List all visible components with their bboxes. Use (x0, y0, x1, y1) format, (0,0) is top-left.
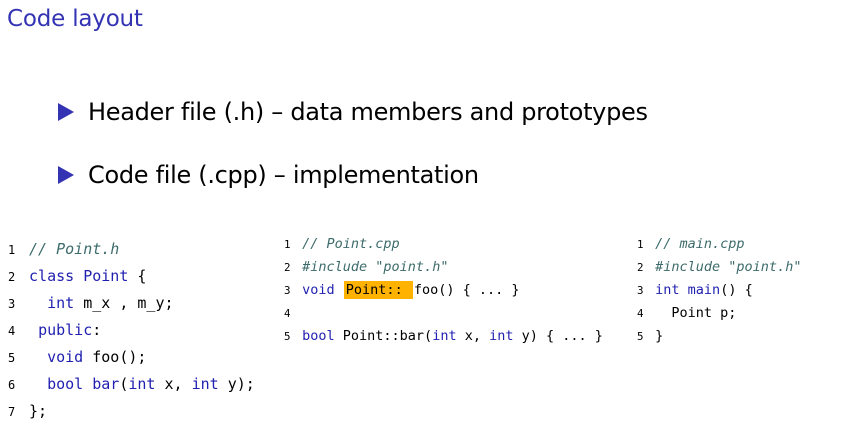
code-token: x, (456, 328, 490, 344)
code-token: x, (155, 375, 192, 393)
code-line: 6 bool bar(int x, int y); (8, 371, 255, 398)
code-line: 2 class Point { (8, 263, 255, 290)
code-token: public (38, 321, 93, 339)
line-number: 2 (284, 261, 291, 274)
bullet-triangle-icon (58, 166, 74, 184)
code-token: // Point.h (29, 240, 120, 258)
code-token: "point.h" (375, 259, 449, 275)
code-token: m_x , m_y; (74, 294, 174, 312)
code-line: 4 public: (8, 317, 255, 344)
code-listing-main-cpp: 1 // main.cpp 2 #include "point.h" 3 int m… (637, 233, 801, 348)
code-line: 3 void Point:: foo() { ... } (284, 279, 603, 302)
code-token: class (29, 267, 84, 285)
code-listing-point-h: 1 // Point.h 2 class Point {3 int m_x , m… (8, 236, 255, 425)
line-number: 3 (8, 297, 16, 311)
line-number: 4 (8, 324, 16, 338)
code-token: int (191, 375, 219, 393)
bullet-triangle-icon (58, 103, 74, 121)
code-token: int (47, 294, 75, 312)
slide-title: Code layout (7, 6, 143, 32)
code-token: Point p; (655, 305, 737, 321)
line-number: 6 (8, 378, 16, 392)
code-line: 4 Point p; (637, 302, 801, 325)
line-number: 3 (284, 284, 291, 297)
code-token: void (302, 282, 335, 298)
code-token: Point (83, 267, 129, 285)
code-token: y); (218, 375, 255, 393)
code-line: 3 int m_x , m_y; (8, 290, 255, 317)
code-line: 1 // Point.cpp (284, 233, 603, 256)
code-token: int (489, 328, 514, 344)
bullet-item-code-file: Code file (.cpp) – implementation (58, 161, 479, 189)
code-token: int (432, 328, 457, 344)
code-token: bar (92, 375, 120, 393)
code-token: int (128, 375, 156, 393)
code-token: // Point.cpp (302, 236, 400, 252)
code-token: #include (655, 259, 729, 275)
line-number: 3 (637, 284, 644, 297)
code-token: foo(); (83, 348, 147, 366)
code-token: bool (47, 375, 84, 393)
line-number: 5 (8, 351, 16, 365)
code-listing-point-cpp: 1 // Point.cpp 2 #include "point.h" 3 void… (284, 233, 603, 348)
highlighted-scope: Point:: (343, 281, 413, 299)
code-token: bool (302, 328, 335, 344)
code-token: }; (29, 402, 48, 420)
code-line: 5 void foo(); (8, 344, 255, 371)
bullet-item-header-file: Header file (.h) – data members and prot… (58, 98, 648, 126)
line-number: 1 (637, 238, 644, 251)
code-line: 7 }; (8, 398, 255, 425)
code-line: 3 int main() { (637, 279, 801, 302)
code-line: 2 #include "point.h" (637, 256, 801, 279)
code-token: y) { ... } (513, 328, 603, 344)
code-token: () { (720, 282, 753, 298)
line-number: 4 (284, 307, 291, 320)
line-number: 1 (284, 238, 291, 251)
code-token: : (92, 321, 102, 339)
code-token: int (655, 282, 680, 298)
code-token: main (687, 282, 721, 298)
line-number: 2 (637, 261, 644, 274)
code-line: 5 } (637, 325, 801, 348)
line-number: 5 (637, 330, 644, 343)
code-token: Point::bar( (334, 328, 433, 344)
code-token: } (655, 328, 664, 344)
bullet-text: Code file (.cpp) – implementation (88, 161, 479, 189)
code-line: 2 #include "point.h" (284, 256, 603, 279)
code-line: 5 bool Point::bar(int x, int y) { ... } (284, 325, 603, 348)
bullet-text: Header file (.h) – data members and prot… (88, 98, 648, 126)
code-token: // main.cpp (655, 236, 745, 252)
line-number: 1 (8, 243, 16, 257)
code-token: { (128, 267, 147, 285)
line-number: 4 (637, 307, 644, 320)
code-token: foo() { ... } (413, 282, 520, 298)
code-token: "point.h" (728, 259, 802, 275)
line-number: 7 (8, 405, 16, 419)
code-token: void (47, 348, 84, 366)
line-number: 5 (284, 330, 291, 343)
code-line: 1 // main.cpp (637, 233, 801, 256)
code-line: 1 // Point.h (8, 236, 255, 263)
code-token: #include (302, 259, 376, 275)
line-number: 2 (8, 270, 16, 284)
code-line: 4 (284, 302, 603, 325)
